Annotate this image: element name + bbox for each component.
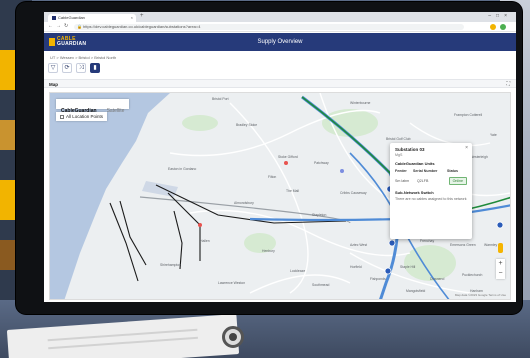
map-label: Bristol Golf Club: [386, 137, 411, 141]
status-badge: Online: [448, 177, 467, 185]
zoom-control: + −: [496, 259, 505, 279]
screen: CableGuardian × + –□× ← → ↻ 🔒 https://de…: [44, 12, 516, 302]
map-label: Almondsbury: [234, 201, 254, 205]
favicon-icon: [52, 16, 56, 20]
back-icon[interactable]: ←: [48, 23, 53, 29]
map-label: Emersons Green: [450, 243, 476, 247]
popup-table-header: Feeder Serial Number Status: [395, 169, 467, 175]
popup-section-units: CableGuardian Units: [395, 161, 435, 166]
map-label: Lawrence Weston: [218, 281, 246, 285]
filter-icon: ▽: [50, 65, 56, 71]
map-label: Frampton Cotterell: [454, 113, 483, 117]
map-label: Pucklechurch: [462, 273, 483, 277]
map-label: Lockleaze: [290, 269, 306, 273]
browser-tab-bar: CableGuardian × + –□×: [44, 12, 516, 22]
extension-icon[interactable]: [490, 24, 496, 30]
network-button[interactable]: ⤨: [76, 63, 86, 73]
map-label: Patchway: [314, 161, 329, 165]
map-panel-label: Map: [49, 82, 58, 87]
col-serial: Serial Number: [413, 169, 438, 173]
window-controls[interactable]: –□×: [488, 13, 512, 19]
col-feeder: Feeder: [395, 169, 407, 173]
zoom-out-button[interactable]: −: [496, 269, 505, 279]
map-label: Easton in Gordano: [168, 167, 197, 171]
lock-icon: 🔒: [77, 24, 82, 29]
reload-icon[interactable]: ↻: [64, 23, 68, 29]
map-label: Aztec West: [350, 243, 368, 247]
delete-icon: ▮: [93, 65, 97, 71]
zoom-in-button[interactable]: +: [496, 259, 505, 269]
address-bar: ← → ↻ 🔒 https://dev.cableguardian.co.uk/…: [44, 22, 516, 32]
profile-icon[interactable]: [500, 24, 506, 30]
substation-popup: × Substation 03 MgS CableGuardian Units …: [390, 143, 472, 239]
popup-subtitle: MgS: [395, 153, 403, 157]
popup-close-icon[interactable]: ×: [465, 145, 468, 151]
map-label: Fishponds: [370, 277, 386, 281]
monitor: CableGuardian × + –□× ← → ↻ 🔒 https://de…: [16, 2, 522, 314]
popup-title: Substation 03: [395, 147, 425, 152]
url-text: https://dev.cableguardian.co.uk/cablegua…: [83, 24, 201, 29]
map-canvas[interactable]: Bristol Port Stoke Gifford Patchway Filt…: [49, 92, 511, 300]
url-field[interactable]: 🔒 https://dev.cableguardian.co.uk/cableg…: [74, 24, 464, 30]
delete-button[interactable]: ▮: [90, 63, 100, 73]
map-label: Cribbs Causeway: [340, 191, 367, 195]
popup-table-row[interactable]: Sm labm Q2LFB Online: [395, 177, 467, 186]
map-label: Bristol Port: [212, 97, 229, 101]
forward-icon[interactable]: →: [56, 23, 61, 29]
app-header: CABLE GUARDIAN Supply Overview: [44, 33, 516, 51]
refresh-icon: ⟳: [64, 65, 70, 71]
browser-tab[interactable]: CableGuardian ×: [48, 14, 136, 22]
map-label: Frenchay: [420, 239, 435, 243]
map-label: Stapleton: [312, 213, 327, 217]
map-label: Hallen: [200, 239, 210, 243]
map-label: Downend: [430, 277, 445, 281]
cell-feeder: Sm labm: [395, 179, 410, 183]
popup-section-switch: Sub-Network Switch: [395, 190, 434, 195]
breadcrumb[interactable]: UT > Wessex > Bristol > Bristol North: [50, 55, 116, 60]
map-label: Staple Hill: [400, 265, 416, 269]
filter-button[interactable]: ▽: [48, 63, 58, 73]
map-label: Mangotsfield: [406, 289, 426, 293]
map-label: Winterbourne: [350, 101, 371, 105]
map-panel-header: Map ⛶: [44, 79, 516, 88]
refresh-button[interactable]: ⟳: [62, 63, 72, 73]
map-label: Yate: [490, 133, 497, 137]
network-icon: ⤨: [78, 65, 84, 71]
col-status: Status: [447, 169, 458, 173]
map-label: Horfield: [350, 265, 362, 269]
page-title: Supply Overview: [257, 39, 303, 45]
map-label: Filton: [268, 175, 277, 179]
cell-serial: Q2LFB: [417, 179, 429, 183]
street-view-icon[interactable]: [498, 243, 503, 253]
map-label: Southmead: [312, 283, 330, 287]
all-locations-label: All Location Points: [66, 114, 104, 119]
checkbox-icon: [60, 115, 64, 119]
map-label: Westerleigh: [470, 155, 488, 159]
map-label: Shirehampton: [160, 263, 182, 267]
map-label: Warmley: [484, 243, 498, 247]
all-locations-toggle[interactable]: All Location Points: [56, 112, 108, 121]
monitor-stand-knob: [222, 326, 244, 348]
map-label: Stoke Gifford: [278, 155, 298, 159]
tab-title: CableGuardian: [58, 15, 85, 20]
map-attribution[interactable]: Map data ©2023 Google Terms of Use: [455, 293, 506, 297]
expand-icon[interactable]: ⛶: [506, 81, 510, 87]
map-label: Henbury: [262, 249, 275, 253]
map-type-control: CableGuardian Satellite: [56, 99, 130, 114]
map-label: The Mall: [286, 189, 300, 193]
new-tab-icon[interactable]: +: [140, 13, 144, 19]
tab-close-icon[interactable]: ×: [131, 15, 133, 20]
popup-section-text: There are no cables assigned to this net…: [395, 197, 467, 201]
map-label: Bradley Stoke: [236, 123, 258, 127]
